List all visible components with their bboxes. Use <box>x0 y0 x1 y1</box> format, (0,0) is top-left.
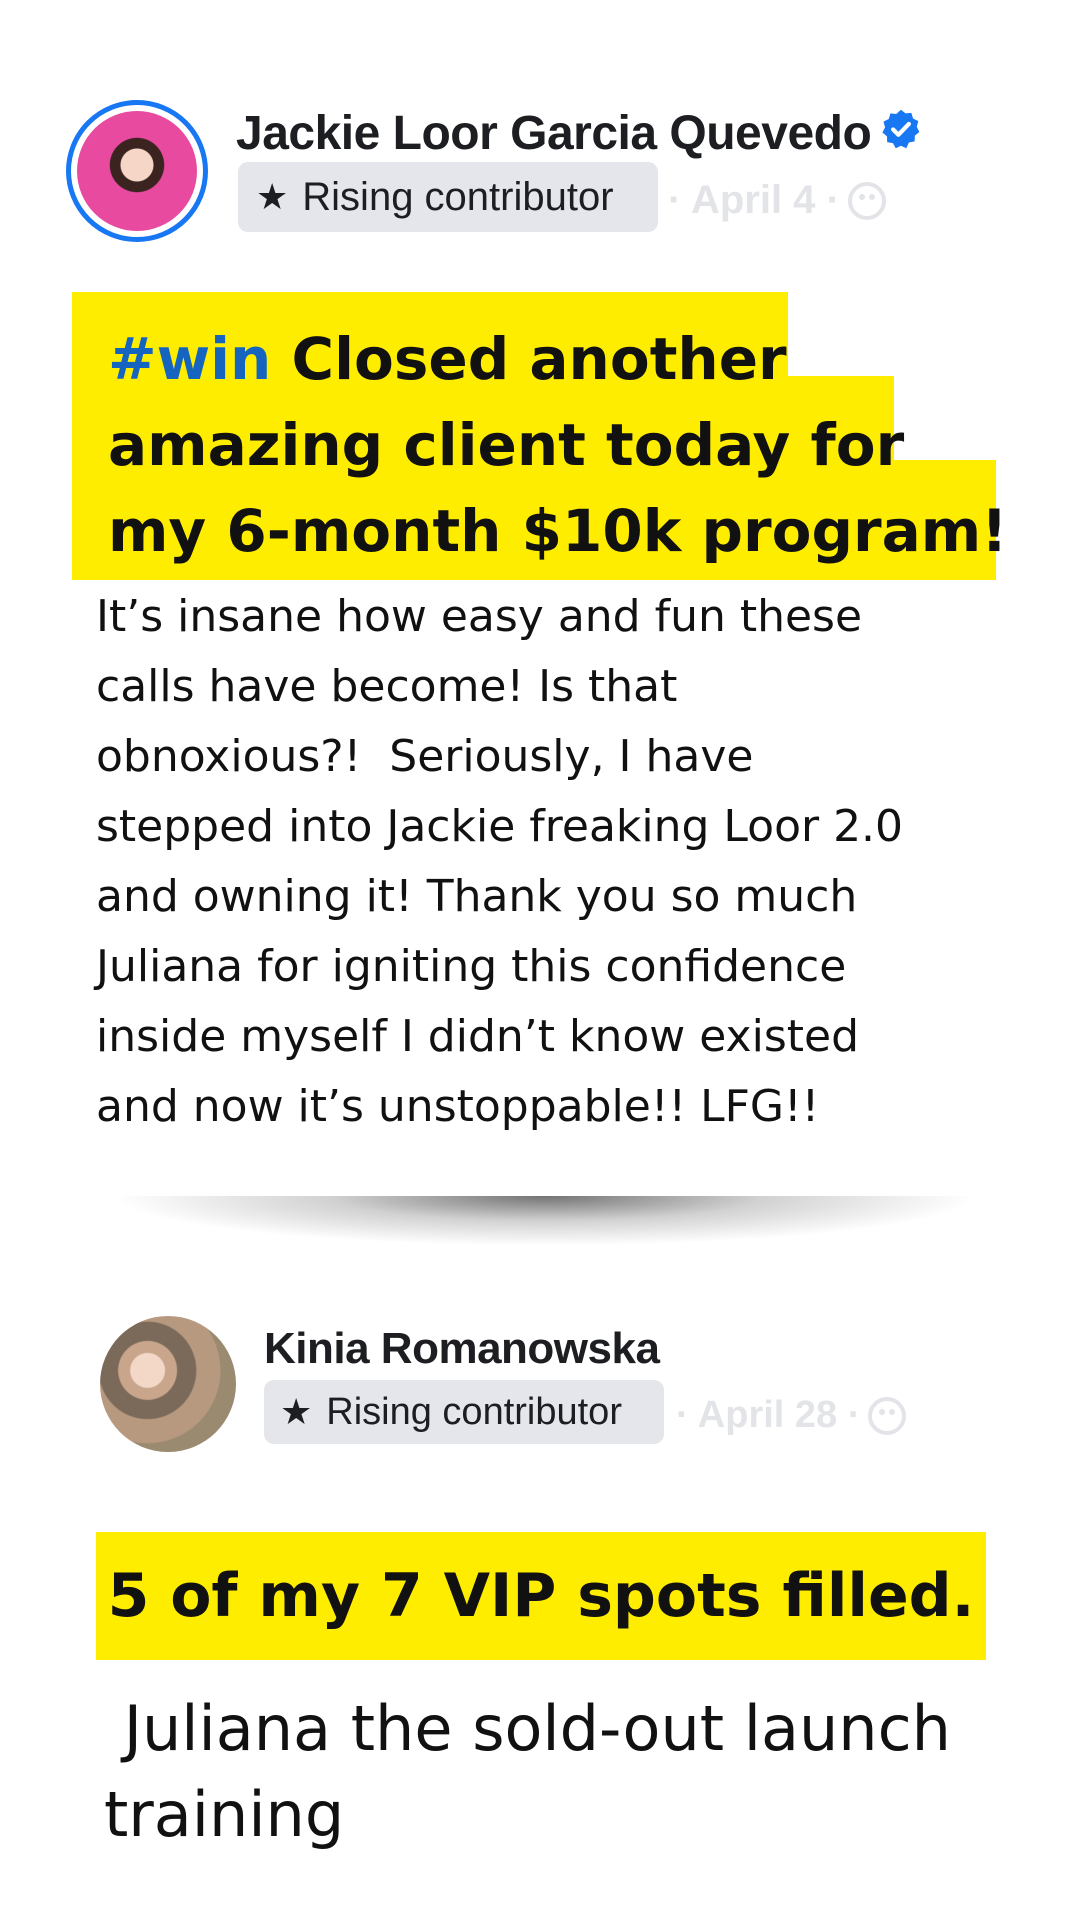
headline-text: Closed another <box>271 325 787 393</box>
post-date[interactable]: · April 28 · <box>676 1394 860 1437</box>
star-icon: ★ <box>280 1391 313 1432</box>
author-name[interactable]: Jackie Loor Garcia Quevedo <box>236 106 872 161</box>
headline-text: my 6-month $10k program! <box>108 497 1008 565</box>
post-body: It’s insane how easy and fun these calls… <box>96 591 904 1132</box>
star-icon: ★ <box>256 176 289 217</box>
badge-label: Rising contributor <box>302 174 614 219</box>
globe-icon <box>847 181 886 220</box>
post-body: Juliana the sold-out launch training <box>104 1692 951 1851</box>
divider <box>110 1196 980 1246</box>
post-headline: #win Closed another amazing client today… <box>108 316 1008 574</box>
contributor-badge: ★ Rising contributor <box>264 1380 664 1444</box>
contributor-badge: ★ Rising contributor <box>238 162 658 232</box>
author-name[interactable]: Kinia Romanowska <box>264 1324 660 1374</box>
verified-icon <box>882 109 920 149</box>
avatar[interactable] <box>66 100 208 242</box>
badge-label: Rising contributor <box>326 1390 622 1433</box>
globe-icon <box>868 1396 907 1435</box>
post-date[interactable]: · April 4 · <box>668 178 840 223</box>
avatar[interactable] <box>100 1316 236 1452</box>
headline-text: amazing client today for <box>108 411 905 479</box>
post-meta: · April 28 · <box>676 1394 907 1437</box>
hashtag-link[interactable]: #win <box>108 325 271 393</box>
post-meta: · April 4 · <box>668 178 886 223</box>
post-headline: 5 of my 7 VIP spots filled. <box>107 1561 975 1631</box>
